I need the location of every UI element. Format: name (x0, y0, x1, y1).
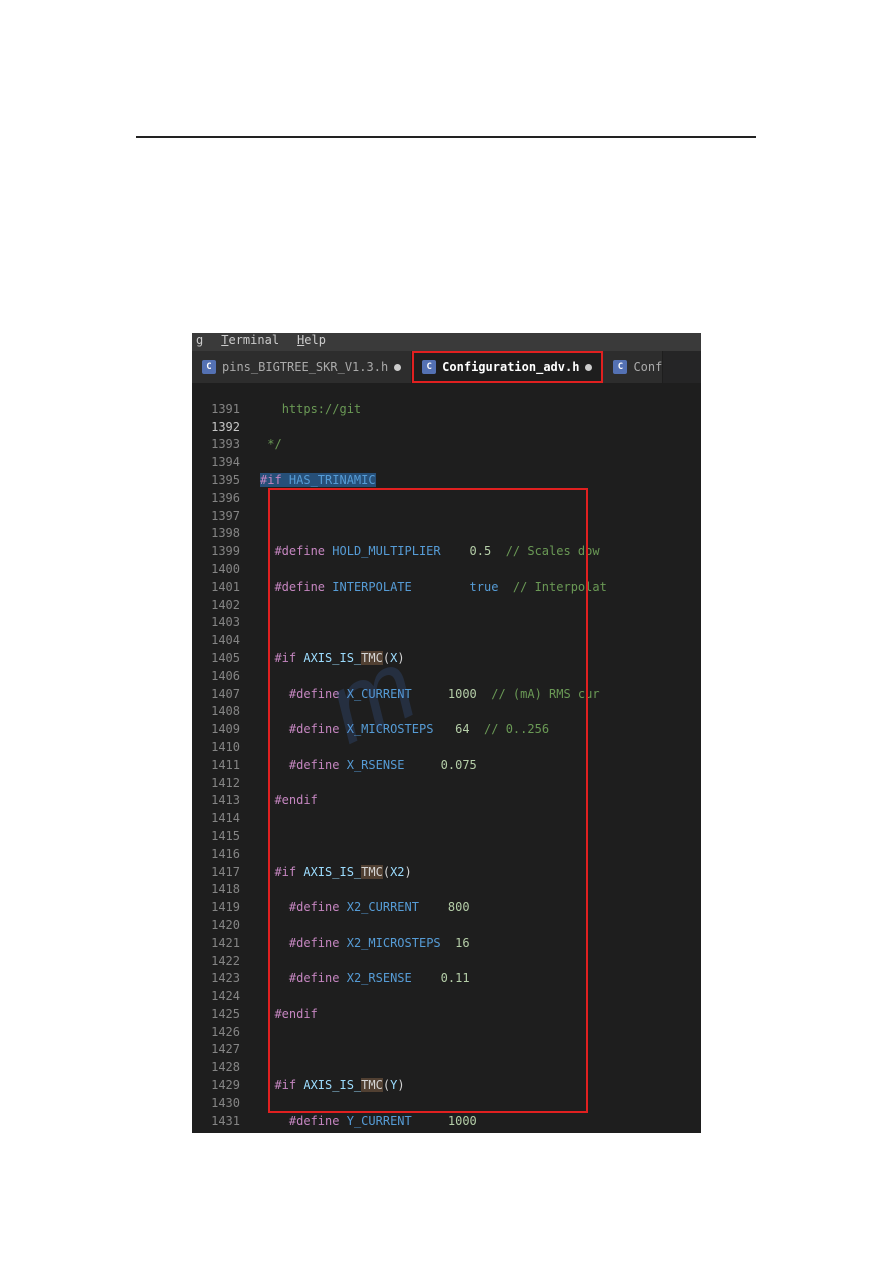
line-number: 1401 (192, 579, 240, 597)
line-number: 1396 (192, 490, 240, 508)
line-number: 1398 (192, 525, 240, 543)
tab-conf-partial[interactable]: C Conf (603, 351, 663, 383)
line-number: 1427 (192, 1041, 240, 1059)
tab-bar: C pins_BIGTREE_SKR_V1.3.h C Configuratio… (192, 351, 701, 383)
line-number: 1417 (192, 864, 240, 882)
line-number: 1423 (192, 970, 240, 988)
line-number: 1416 (192, 846, 240, 864)
line-number: 1410 (192, 739, 240, 757)
line-number: 1406 (192, 668, 240, 686)
line-number: 1424 (192, 988, 240, 1006)
modified-dot-icon (394, 364, 401, 371)
c-file-icon: C (422, 360, 436, 374)
line-number: 1395 (192, 472, 240, 490)
c-file-icon: C (613, 360, 627, 374)
menu-fragment[interactable]: g (196, 333, 203, 347)
tab-pins-bigtree[interactable]: C pins_BIGTREE_SKR_V1.3.h (192, 351, 412, 383)
menu-help[interactable]: Help (297, 333, 326, 347)
line-number: 1428 (192, 1059, 240, 1077)
line-number: 1419 (192, 899, 240, 917)
line-number: 1405 (192, 650, 240, 668)
line-number: 1418 (192, 881, 240, 899)
code-editor: g Terminal Help C pins_BIGTREE_SKR_V1.3.… (192, 333, 701, 1133)
tab-label: Conf (633, 360, 662, 374)
horizontal-rule (136, 136, 756, 138)
c-file-icon: C (202, 360, 216, 374)
line-number: 1394 (192, 454, 240, 472)
line-number: 1402 (192, 597, 240, 615)
line-number: 1429 (192, 1077, 240, 1095)
line-number: 1415 (192, 828, 240, 846)
modified-dot-icon (585, 364, 592, 371)
line-number: 1393 (192, 436, 240, 454)
line-number: 1420 (192, 917, 240, 935)
line-number: 1399 (192, 543, 240, 561)
tab-label: pins_BIGTREE_SKR_V1.3.h (222, 360, 388, 374)
line-number: 1422 (192, 953, 240, 971)
line-number: 1426 (192, 1024, 240, 1042)
line-number: 1430 (192, 1095, 240, 1113)
line-number: 1408 (192, 703, 240, 721)
line-number (192, 383, 240, 401)
line-number: 1391 (192, 401, 240, 419)
line-number: 1409 (192, 721, 240, 739)
line-number: 1403 (192, 614, 240, 632)
line-number: 1413 (192, 792, 240, 810)
code-content[interactable]: https://git */ #if HAS_TRINAMIC #define … (254, 383, 701, 1133)
line-number: 1411 (192, 757, 240, 775)
line-number-gutter: 1391 1392 1393 1394 1395 1396 1397 1398 … (192, 383, 254, 1133)
tab-configuration-adv[interactable]: C Configuration_adv.h (412, 351, 603, 383)
line-number: 1431 (192, 1113, 240, 1131)
line-number: 1414 (192, 810, 240, 828)
line-number: 1400 (192, 561, 240, 579)
code-area: 1391 1392 1393 1394 1395 1396 1397 1398 … (192, 383, 701, 1133)
line-number: 1412 (192, 775, 240, 793)
line-number: 1407 (192, 686, 240, 704)
menu-bar: g Terminal Help (192, 333, 701, 351)
line-number: 1425 (192, 1006, 240, 1024)
line-number: 1432 (192, 1130, 240, 1133)
line-number: 1397 (192, 508, 240, 526)
line-number: 1392 (192, 419, 240, 437)
line-number: 1404 (192, 632, 240, 650)
tab-label: Configuration_adv.h (442, 360, 579, 374)
menu-terminal[interactable]: Terminal (221, 333, 279, 347)
line-number: 1421 (192, 935, 240, 953)
